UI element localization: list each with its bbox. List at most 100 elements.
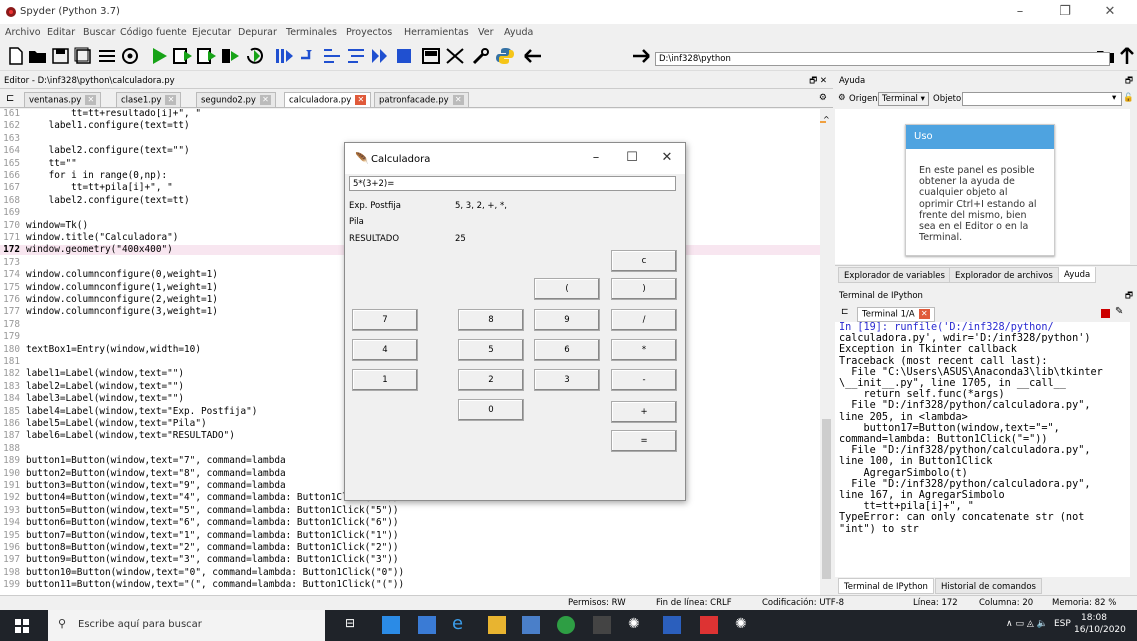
divide-button[interactable]: /: [611, 309, 677, 331]
task-view-icon[interactable]: ⊟: [345, 616, 363, 634]
save-icon[interactable]: [50, 46, 72, 66]
tab-clase1[interactable]: clase1.py ✕: [116, 92, 182, 107]
tray-time[interactable]: 18:08: [1081, 613, 1107, 623]
tray-date[interactable]: 16/10/2020: [1074, 625, 1126, 635]
ipython-console[interactable]: In [19]: runfile('D:/inf328/python/calcu…: [835, 322, 1130, 577]
at-icon[interactable]: [119, 46, 141, 66]
run-cell-icon[interactable]: [172, 46, 194, 66]
new-file-icon[interactable]: [5, 46, 27, 66]
tab-history[interactable]: Historial de comandos: [935, 578, 1042, 594]
digit-7-button[interactable]: 7: [352, 309, 418, 331]
app2-icon[interactable]: ✺: [628, 616, 646, 634]
python-path-icon[interactable]: [494, 46, 516, 66]
sd-icon[interactable]: [593, 616, 611, 634]
minimize-button[interactable]: –: [581, 150, 611, 165]
menu-ver[interactable]: Ver: [478, 27, 494, 38]
close-tab-icon[interactable]: ✕: [259, 95, 271, 105]
step-icon[interactable]: [297, 46, 319, 66]
scroll-thumb[interactable]: [822, 419, 831, 579]
save-all-icon[interactable]: [73, 46, 95, 66]
menu-terminales[interactable]: Terminales: [286, 27, 337, 38]
editor-scrollbar[interactable]: ^: [820, 109, 833, 595]
app3-icon[interactable]: [700, 616, 718, 634]
browse-tabs-icon[interactable]: ⊏: [841, 307, 849, 317]
menu-editar[interactable]: Editar: [47, 27, 75, 38]
digit-3-button[interactable]: 3: [534, 369, 600, 391]
gear-icon[interactable]: ⚙: [838, 93, 846, 103]
digit-8-button[interactable]: 8: [458, 309, 524, 331]
close-button[interactable]: ✕: [652, 150, 682, 165]
pane-options-icon[interactable]: 🗗: [1125, 290, 1133, 304]
app-icon[interactable]: [522, 616, 540, 634]
windows-start-icon[interactable]: [15, 619, 29, 633]
store-icon[interactable]: [418, 616, 436, 634]
code-line[interactable]: 196 button8=Button(window,text="2", comma…: [0, 543, 820, 553]
code-line[interactable]: 195 button7=Button(window,text="1", comma…: [0, 530, 820, 540]
code-line[interactable]: 198 button10=Button(window,text="0", comm…: [0, 567, 820, 577]
code-line[interactable]: 194 button6=Button(window,text="6", comma…: [0, 518, 820, 528]
equals-button[interactable]: =: [611, 430, 677, 452]
chevron-down-icon[interactable]: ▾: [1112, 93, 1116, 103]
open-paren-button[interactable]: (: [534, 278, 600, 300]
list-icon[interactable]: [96, 46, 118, 66]
tab-calculadora[interactable]: calculadora.py ✕: [284, 92, 372, 107]
digit-4-button[interactable]: 4: [352, 339, 418, 361]
tab-options-icon[interactable]: ⚙: [819, 93, 827, 103]
edit-icon[interactable]: ✎: [1115, 306, 1123, 317]
run-selection-icon[interactable]: [220, 46, 242, 66]
stop-kernel-icon[interactable]: [1101, 309, 1110, 318]
close-tab-icon[interactable]: ✕: [918, 309, 930, 319]
tab-file-explorer[interactable]: Explorador de archivos: [949, 267, 1059, 283]
multiply-button[interactable]: *: [611, 339, 677, 361]
subtract-button[interactable]: -: [611, 369, 677, 391]
debug-icon[interactable]: [273, 46, 295, 66]
run-cell-advance-icon[interactable]: [196, 46, 218, 66]
code-line[interactable]: 161 tt=tt+resultado[i]+", ": [0, 109, 820, 118]
tab-terminal-1a[interactable]: Terminal 1/A ✕: [857, 307, 935, 322]
close-tab-icon[interactable]: ✕: [355, 95, 367, 105]
edge-icon[interactable]: e: [452, 613, 470, 634]
explorer-icon[interactable]: [488, 616, 506, 634]
digit-5-button[interactable]: 5: [458, 339, 524, 361]
spyder-task-icon[interactable]: ✺: [735, 616, 753, 634]
tray-icons[interactable]: ∧ ▭ ◬ 🔈: [1006, 619, 1048, 629]
close-tab-icon[interactable]: ✕: [165, 95, 177, 105]
preferences-icon[interactable]: [470, 46, 492, 66]
open-file-icon[interactable]: [27, 46, 49, 66]
tab-variable-explorer[interactable]: Explorador de variables: [838, 267, 951, 283]
word-icon[interactable]: [663, 616, 681, 634]
pane-options-icon[interactable]: 🗗 ✕: [809, 75, 827, 89]
tab-patronfacade[interactable]: patronfacade.py ✕: [374, 92, 469, 107]
parent-dir-icon[interactable]: [1116, 46, 1137, 66]
back-arrow-icon[interactable]: [522, 46, 544, 66]
menu-herramientas[interactable]: Herramientas: [404, 27, 469, 38]
maximize-button[interactable]: ☐: [617, 150, 647, 165]
pane-options-icon[interactable]: 🗗: [1125, 75, 1133, 89]
chrome-icon[interactable]: [557, 616, 575, 634]
digit-6-button[interactable]: 6: [534, 339, 600, 361]
digit-0-button[interactable]: 0: [458, 399, 524, 421]
add-button[interactable]: +: [611, 401, 677, 423]
mail-icon[interactable]: [382, 616, 400, 634]
lock-icon[interactable]: 🔓: [1123, 93, 1134, 103]
step-return-icon[interactable]: [345, 46, 367, 66]
browse-tabs-icon[interactable]: ⊏: [6, 93, 14, 104]
close-button[interactable]: ✕: [1095, 4, 1125, 19]
tab-ipython-console[interactable]: Terminal de IPython: [838, 578, 934, 594]
working-directory-input[interactable]: D:\inf328\python: [655, 52, 1110, 66]
step-into-icon[interactable]: [321, 46, 343, 66]
run-icon[interactable]: [148, 46, 170, 66]
rerun-icon[interactable]: [244, 46, 266, 66]
digit-9-button[interactable]: 9: [534, 309, 600, 331]
expression-input[interactable]: 5*(3+2)=: [349, 176, 676, 191]
taskbar-search[interactable]: ⚲ Escribe aquí para buscar: [48, 610, 325, 641]
digit-1-button[interactable]: 1: [352, 369, 418, 391]
code-line[interactable]: 162 label1.configure(text=tt): [0, 121, 820, 131]
menu-ejecutar[interactable]: Ejecutar: [192, 27, 231, 38]
menu-ayuda[interactable]: Ayuda: [504, 27, 533, 38]
menu-depurar[interactable]: Depurar: [238, 27, 277, 38]
forward-arrow-icon[interactable]: [630, 46, 652, 66]
menu-codigo-fuente[interactable]: Código fuente: [120, 27, 187, 38]
clear-button[interactable]: c: [611, 250, 677, 272]
maximize-pane-icon[interactable]: [420, 46, 442, 66]
